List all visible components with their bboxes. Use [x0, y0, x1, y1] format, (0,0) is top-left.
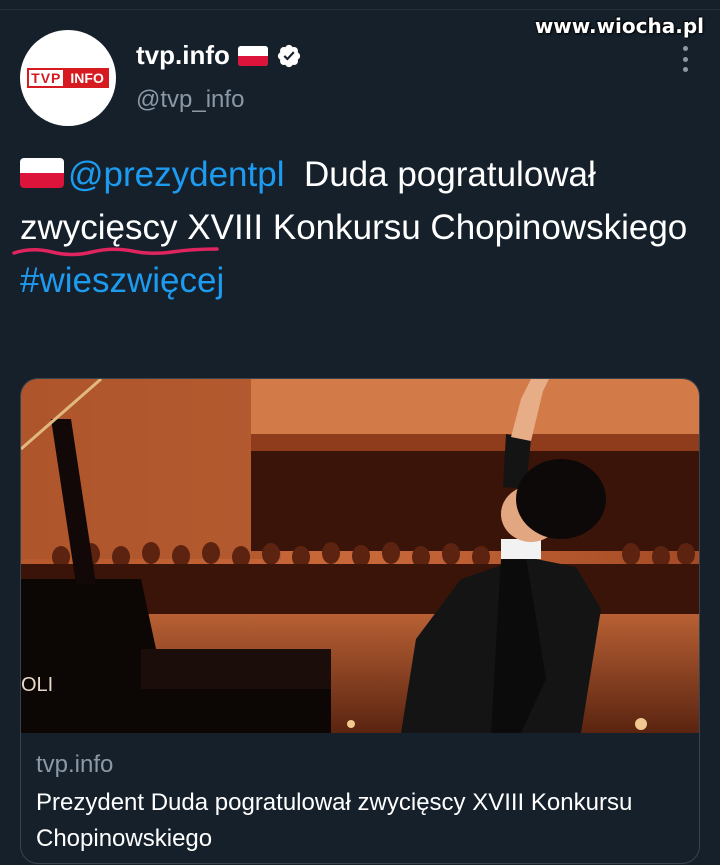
author-handle[interactable]: @tvp_info [136, 86, 244, 114]
verified-badge-icon [277, 44, 300, 67]
tweet-screenshot: www.wiocha.pl TVP INFO tvp.info @tvp_inf… [0, 0, 720, 865]
highlighted-word-text: zwycięscy [20, 208, 178, 247]
polish-flag-emoji-icon [20, 158, 64, 188]
author-name-row: tvp.info [136, 40, 302, 71]
spelling-squiggle-underline [12, 247, 219, 257]
card-image-pianist-photo[interactable]: OLI [21, 379, 699, 733]
tweet-text-part2: XVIII Konkursu Chopinowskiego [187, 208, 688, 247]
divider [0, 9, 720, 10]
card-domain: tvp.info [36, 751, 114, 778]
author-display-name[interactable]: tvp.info [136, 40, 230, 71]
logo-tvp-text: TVP [27, 68, 66, 88]
watermark: www.wiocha.pl [534, 14, 704, 38]
link-preview-card[interactable]: OLI tvp.info Prezydent Duda pogratulował… [20, 378, 700, 864]
tweet-text-part1: Duda pogratulował [303, 155, 596, 194]
more-options-icon[interactable] [678, 46, 692, 72]
mention-link[interactable]: @prezydentpl [68, 155, 284, 194]
polish-flag-icon [237, 45, 268, 66]
tvp-info-logo: TVP INFO [27, 68, 109, 88]
avatar[interactable]: TVP INFO [20, 30, 116, 126]
pianist-photo: OLI [21, 379, 699, 733]
hashtag-link[interactable]: #wieszwięcej [20, 261, 224, 300]
piano-brand-text: OLI [21, 674, 53, 696]
logo-info-text: INFO [65, 68, 109, 88]
card-title[interactable]: Prezydent Duda pogratulował zwycięscy XV… [36, 785, 686, 857]
highlighted-word: zwycięscy [12, 201, 219, 257]
tweet-text: @prezydentpl Duda pogratulował zwycięscy… [12, 148, 700, 307]
